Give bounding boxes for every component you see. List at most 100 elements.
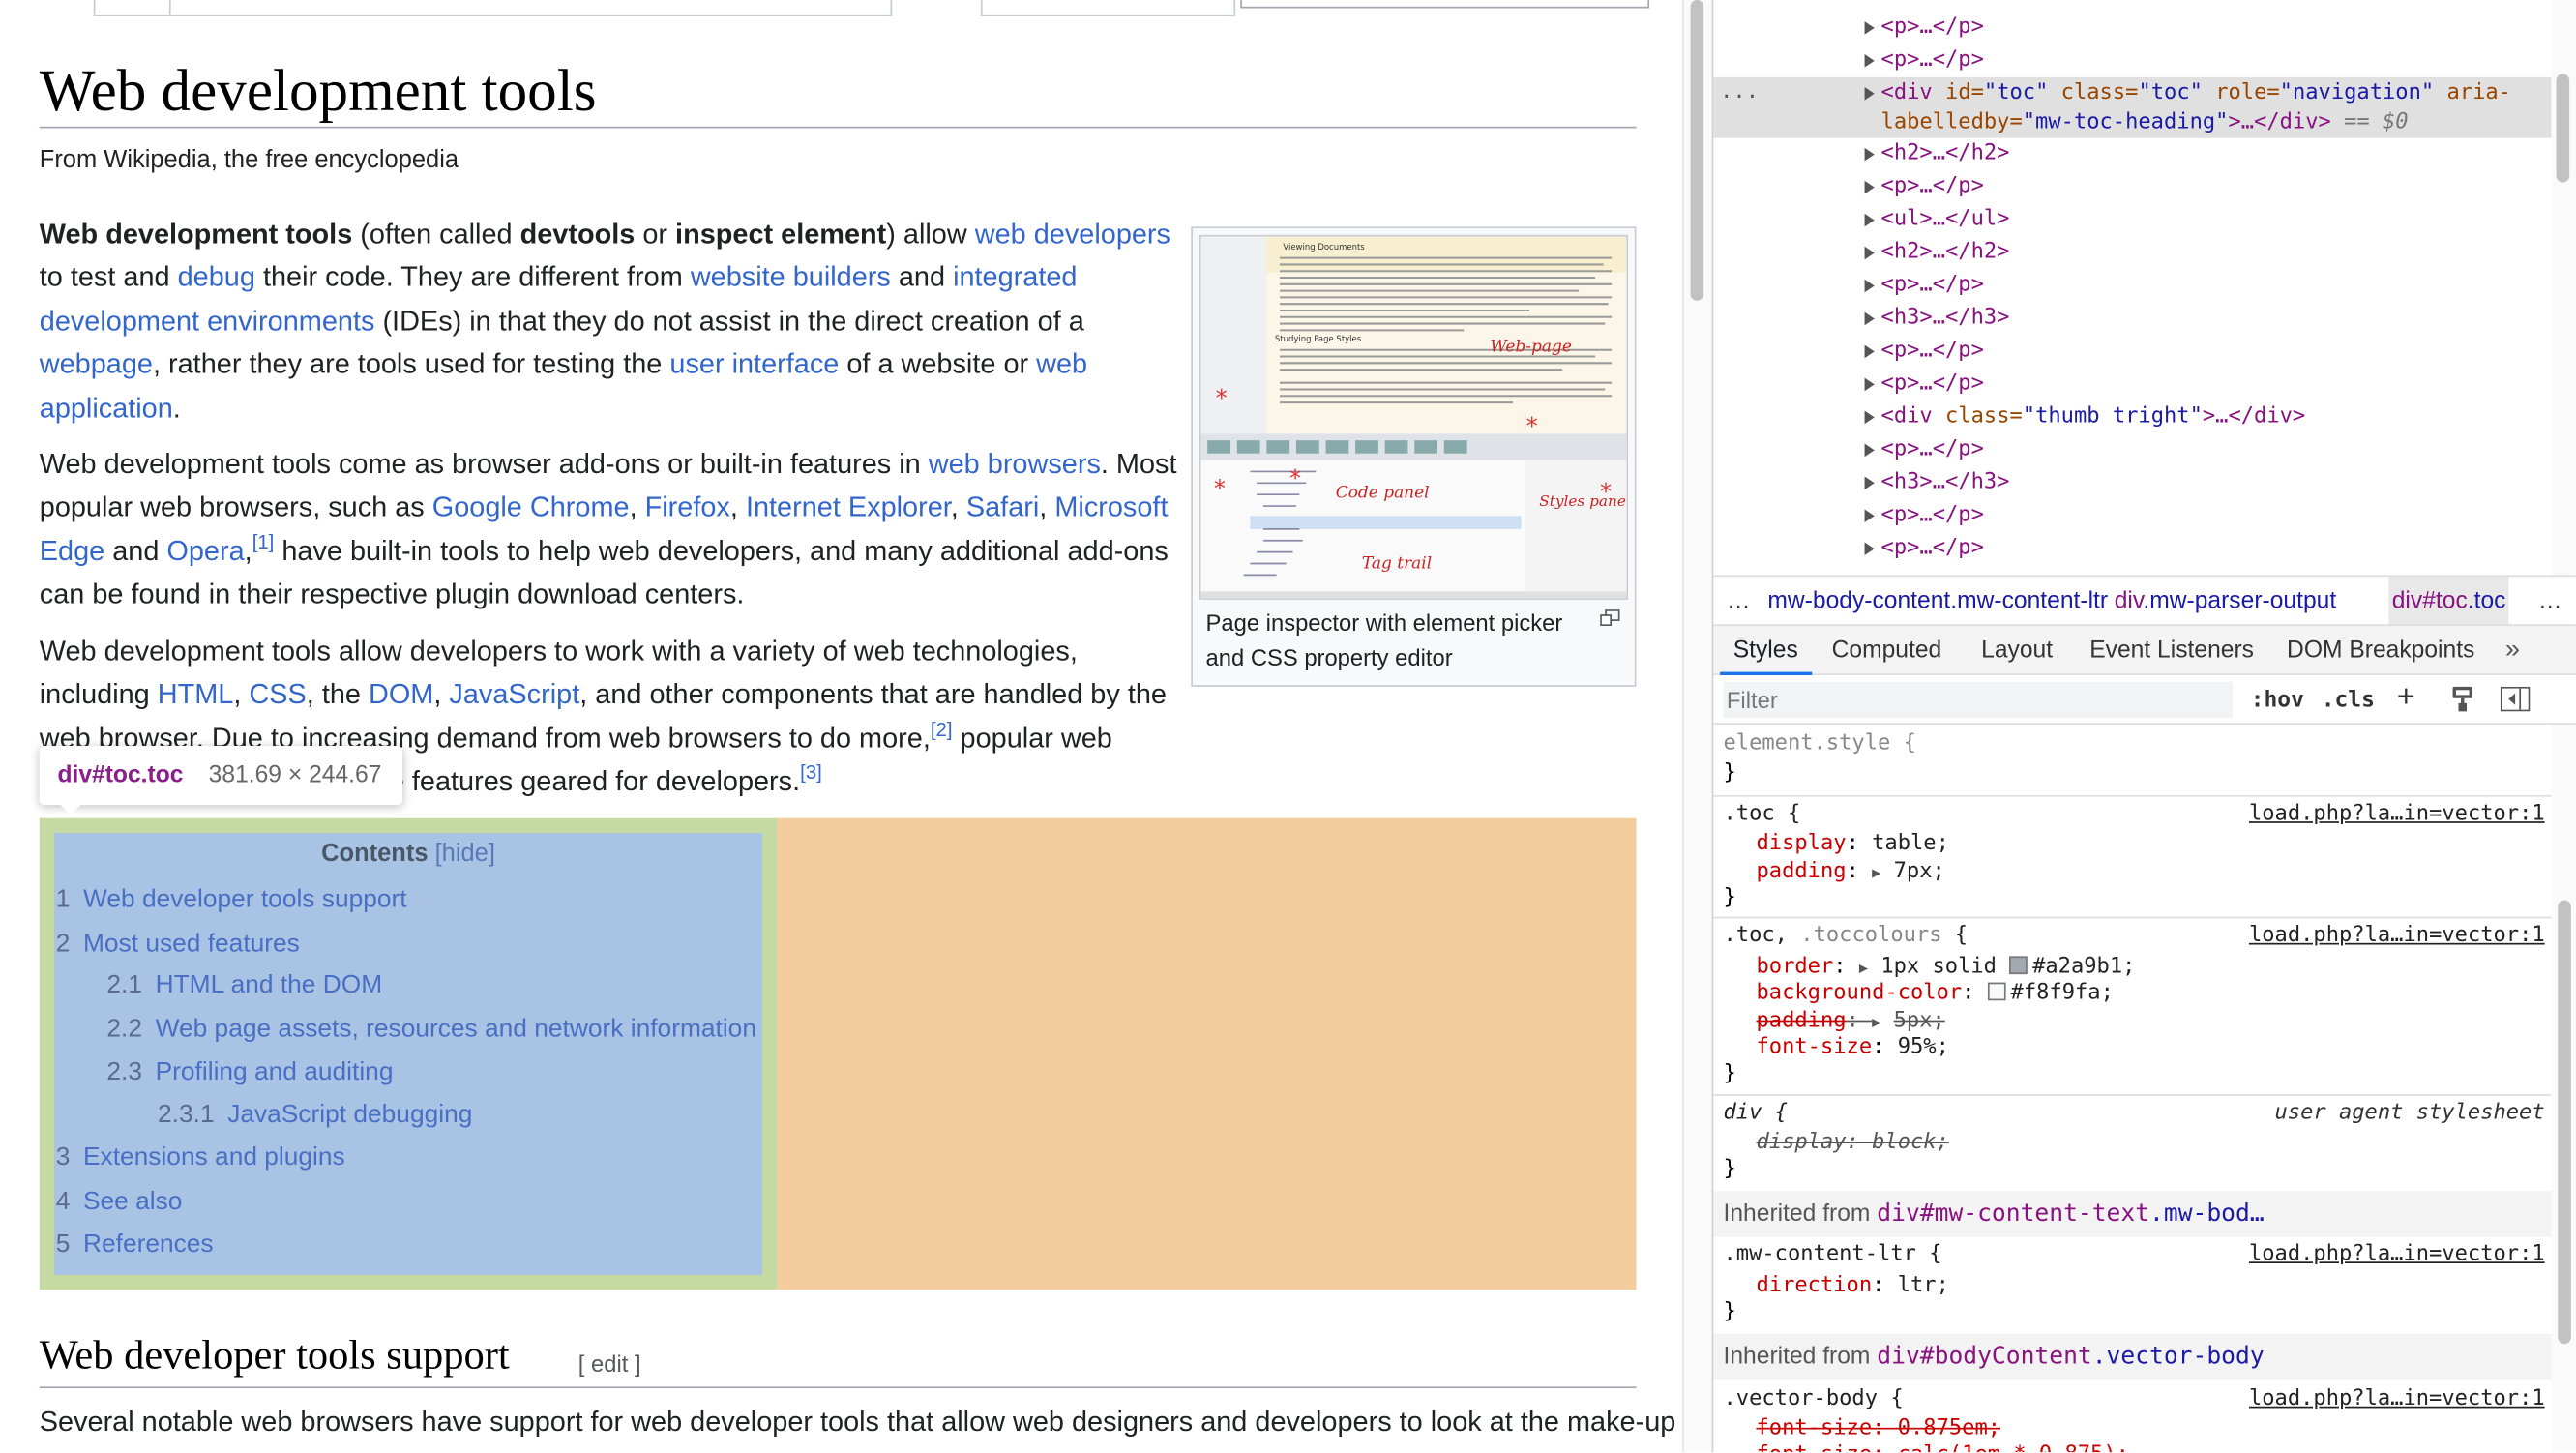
rule-direction[interactable]: direction: ltr; (1756, 1271, 2575, 1299)
tab-layout[interactable]: Layout (1981, 626, 2053, 675)
new-rule-button[interactable]: + (2397, 680, 2415, 716)
toc-item[interactable]: 2.3.1 JavaScript debugging (158, 1101, 472, 1131)
dom-node-ul[interactable]: <ul>…</ul> (1713, 204, 2551, 237)
rule-source-link[interactable]: load.php?la…in=vector:1 (2249, 922, 2545, 950)
wiki-link[interactable]: user interface (669, 348, 839, 379)
breadcrumb-item-parser-output[interactable]: div.mw-parser-output (2115, 577, 2336, 626)
toc-item[interactable]: 4 See also (56, 1188, 183, 1218)
dom-node-div-thumb[interactable]: <div class="thumb tright">…</div> (1713, 400, 2551, 433)
dom-node-h2[interactable]: <h2>…</h2> (1713, 138, 2551, 171)
wiki-link[interactable]: HTML (158, 679, 234, 710)
color-swatch-background[interactable] (1987, 982, 2006, 1001)
thumbnail-image[interactable]: Viewing Documents Studying Page Styles W… (1199, 234, 1629, 600)
tab-computed[interactable]: Computed (1832, 626, 1942, 675)
styles-scrollbar-thumb[interactable] (2558, 900, 2571, 1345)
toc-item-label[interactable]: Most used features (83, 930, 300, 958)
inherited-class[interactable]: .mw-bod… (2149, 1201, 2265, 1227)
toc-item-label[interactable]: See also (83, 1188, 182, 1216)
expand-triangle-icon[interactable]: ▶ (1872, 866, 1880, 882)
expand-triangle-icon[interactable] (1864, 443, 1875, 458)
expand-triangle-icon[interactable] (1864, 246, 1875, 260)
breadcrumb-tail[interactable]: … (2538, 577, 2562, 626)
toc-item[interactable]: 2.2 Web page assets, resources and networ… (106, 1016, 756, 1046)
wiki-link[interactable]: Opera (166, 535, 244, 566)
wiki-link[interactable]: Microsoft (1054, 491, 1168, 522)
citation-link[interactable]: [3] (800, 761, 822, 785)
expand-triangle-icon[interactable] (1864, 344, 1875, 359)
expand-triangle-icon[interactable] (1864, 87, 1875, 101)
dom-node-p[interactable]: <p>…</p> (1713, 270, 2551, 303)
wiki-link[interactable]: Google Chrome (432, 491, 630, 522)
color-swatch-border[interactable] (2009, 956, 2028, 975)
toc-item-label[interactable]: Web page assets, resources and network i… (156, 1016, 756, 1044)
paint-brush-icon[interactable] (2451, 685, 2474, 713)
wiki-link[interactable]: webpage (40, 348, 153, 379)
cls-toggle[interactable]: .cls (2322, 687, 2375, 713)
expand-triangle-icon[interactable] (1864, 542, 1875, 556)
breadcrumb-item-content[interactable]: mw-body-content.mw-content-ltr (1767, 577, 2108, 626)
dom-node-p[interactable]: <p>…</p> (1713, 532, 2551, 565)
section-edit-link[interactable]: [ edit ] (578, 1350, 641, 1377)
wiki-link[interactable]: CSS (249, 679, 306, 710)
dom-node-div-toc[interactable]: <div id="toc" class="toc" role="navigati… (1713, 77, 2551, 134)
wiki-link[interactable]: Firefox (645, 491, 730, 522)
wiki-link[interactable]: web developers (975, 219, 1170, 250)
toc-item[interactable]: 2 Most used features (56, 930, 300, 960)
expand-triangle-icon[interactable] (1864, 213, 1875, 227)
tab-styles[interactable]: Styles (1720, 626, 1812, 676)
wiki-link[interactable]: web browsers (929, 449, 1101, 480)
expand-triangle-icon[interactable] (1864, 147, 1875, 162)
dom-node-p[interactable]: <p>…</p> (1713, 171, 2551, 204)
citation-link[interactable]: [2] (931, 718, 953, 741)
tab-event-listeners[interactable]: Event Listeners (2089, 626, 2254, 675)
rule-background[interactable]: background-color: #f8f9fa; (1756, 979, 2575, 1007)
rule-source-link[interactable]: load.php?la…in=vector:1 (2249, 1385, 2545, 1413)
dom-node-p[interactable]: <p>…</p> (1713, 433, 2551, 466)
wiki-link[interactable]: Internet Explorer (746, 491, 951, 522)
expand-triangle-icon[interactable]: ▶ (1859, 962, 1868, 978)
wiki-link[interactable]: debug (178, 262, 255, 293)
hov-toggle[interactable]: :hov (2251, 687, 2304, 713)
expand-triangle-icon[interactable]: ▶ (1872, 1016, 1880, 1032)
toc-item-label[interactable]: References (83, 1231, 214, 1259)
rule-source-link[interactable]: load.php?la…in=vector:1 (2249, 1240, 2545, 1268)
dom-node-h2[interactable]: <h2>…</h2> (1713, 237, 2551, 270)
toc-item-label[interactable]: Extensions and plugins (83, 1143, 345, 1171)
rule-toc-display[interactable]: display: table; (1756, 830, 2575, 858)
citation-link[interactable]: [1] (252, 530, 275, 553)
dom-scrollbar-thumb[interactable] (2556, 74, 2570, 183)
expand-triangle-icon[interactable] (1864, 21, 1875, 35)
toggle-sidebar-icon[interactable] (2500, 686, 2531, 712)
tab-dom-breakpoints[interactable]: DOM Breakpoints (2287, 626, 2474, 675)
dom-node-p[interactable]: <p>…</p> (1713, 44, 2551, 77)
expand-triangle-icon[interactable] (1864, 476, 1875, 490)
dom-node-h3[interactable]: <h3>…</h3> (1713, 466, 2551, 499)
expand-triangle-icon[interactable] (1864, 279, 1875, 293)
wiki-link[interactable]: development environments (40, 306, 375, 337)
toc-item[interactable]: 1 Web developer tools support (56, 885, 407, 915)
expand-triangle-icon[interactable] (1864, 509, 1875, 523)
expand-triangle-icon[interactable] (1864, 377, 1875, 392)
tabs-overflow-icon[interactable]: » (2505, 626, 2520, 675)
wiki-link[interactable]: JavaScript (449, 679, 579, 710)
search-box-edge[interactable] (1240, 0, 1650, 9)
wiki-link[interactable]: integrated (953, 262, 1077, 293)
dom-node-p[interactable]: <p>…</p> (1713, 499, 2551, 532)
inherited-class[interactable]: .vector-body (2092, 1344, 2265, 1370)
inherited-el[interactable]: div (1877, 1201, 1920, 1227)
toc-item-label[interactable]: Profiling and auditing (156, 1058, 394, 1086)
toc-item[interactable]: 3 Extensions and plugins (56, 1143, 345, 1173)
page-scrollbar-thumb[interactable] (1690, 0, 1704, 301)
wiki-link[interactable]: Edge (40, 535, 104, 566)
dom-node-p[interactable]: <p>…</p> (1713, 335, 2551, 368)
toc-item-label[interactable]: JavaScript debugging (227, 1101, 472, 1129)
toc-item-label[interactable]: Web developer tools support (83, 885, 407, 913)
breadcrumb-item-toc[interactable]: div#toc.toc (2388, 577, 2509, 627)
wiki-link[interactable]: web (1036, 348, 1087, 379)
wiki-link[interactable]: DOM (369, 679, 433, 710)
expand-triangle-icon[interactable] (1864, 311, 1875, 326)
inherited-id[interactable]: #bodyContent (1920, 1344, 2092, 1370)
rule-font-size[interactable]: font-size: 95%; (1756, 1033, 2575, 1061)
wiki-link[interactable]: website builders (691, 262, 891, 293)
toc-item-label[interactable]: HTML and the DOM (156, 971, 383, 999)
